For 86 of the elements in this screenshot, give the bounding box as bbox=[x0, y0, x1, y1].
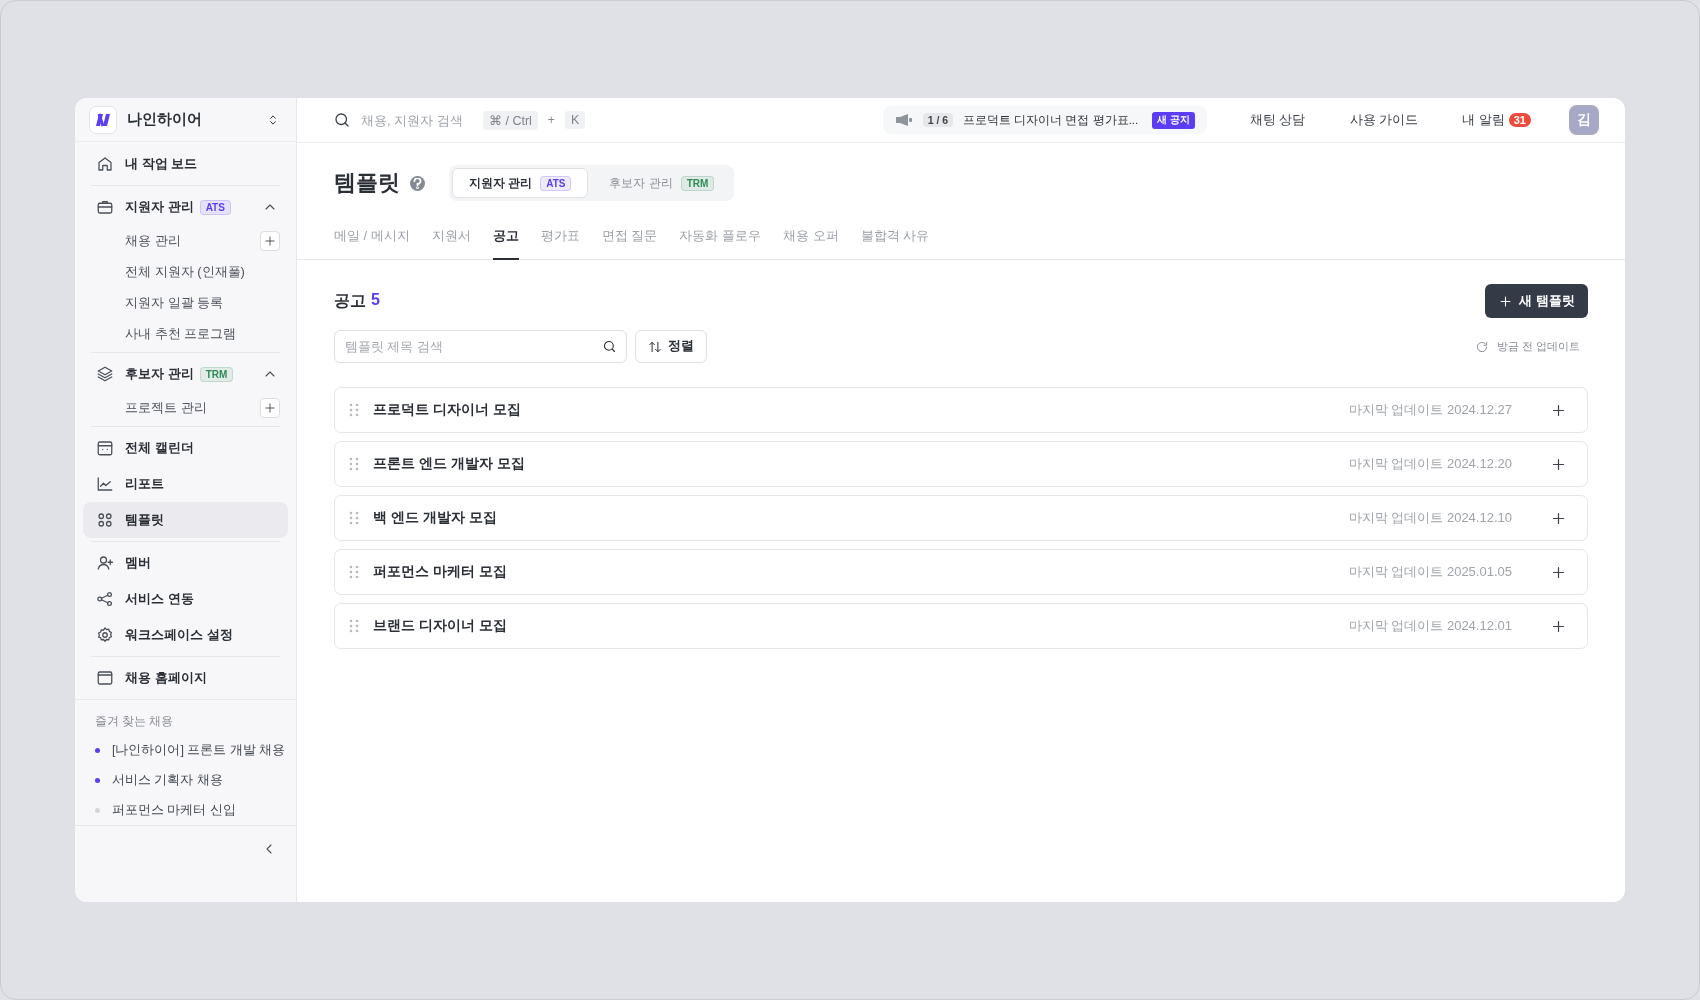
count-badge: 31 bbox=[1508, 113, 1531, 127]
megaphone-icon bbox=[894, 113, 913, 127]
drag-handle-icon[interactable] bbox=[349, 403, 359, 417]
template-row[interactable]: 프론트 엔드 개발자 모집 마지막 업데이트 2024.12.20 bbox=[334, 441, 1588, 487]
search-icon bbox=[602, 339, 617, 354]
add-user-icon bbox=[96, 554, 114, 573]
tab[interactable]: 공고 bbox=[492, 223, 519, 260]
update-status: 방금 전 업데이트 bbox=[1496, 339, 1580, 354]
plus-icon bbox=[263, 400, 277, 415]
nav-subitem[interactable]: 사내 추천 프로그램 bbox=[125, 324, 237, 343]
section-label: 즐겨 찾는 채용 bbox=[95, 714, 175, 730]
layers-icon bbox=[96, 365, 114, 384]
nav-subitem[interactable]: 전체 지원자 (인재풀) bbox=[125, 262, 245, 281]
template-title: 프로덕트 디자이너 모집 bbox=[373, 401, 521, 419]
shortcut-key: K bbox=[564, 111, 586, 129]
sort-button[interactable]: 정렬 bbox=[635, 330, 707, 363]
header-link[interactable]: 사용 가이드 bbox=[1349, 111, 1419, 129]
drag-handle-icon[interactable] bbox=[349, 565, 359, 579]
search-icon bbox=[333, 111, 351, 129]
nav-item[interactable]: 지원자 관리 bbox=[83, 189, 200, 226]
last-updated: 마지막 업데이트 2025.01.05 bbox=[1348, 563, 1512, 581]
last-updated: 마지막 업데이트 2024.12.01 bbox=[1348, 617, 1512, 635]
header-link[interactable]: 채팅 상담 bbox=[1249, 111, 1306, 129]
nav-subitem[interactable]: 지원자 일괄 등록 bbox=[125, 293, 224, 312]
favorite-link[interactable]: 퍼포먼스 마케터 신입 bbox=[112, 801, 236, 819]
drag-handle-icon[interactable] bbox=[349, 511, 359, 525]
sort-icon bbox=[648, 339, 662, 354]
nav-item[interactable]: 내 작업 보드 bbox=[83, 146, 288, 183]
notice-text: 프로덕트 디자이너 면접 평가표... bbox=[963, 112, 1139, 128]
template-row[interactable]: 백 엔드 개발자 모집 마지막 업데이트 2024.12.10 bbox=[334, 495, 1588, 541]
template-title: 백 엔드 개발자 모집 bbox=[373, 509, 497, 527]
favorite-link[interactable]: 서비스 기획자 채용 bbox=[112, 771, 223, 789]
nav-subitem[interactable]: 채용 관리 bbox=[125, 231, 181, 250]
nav-item[interactable]: 워크스페이스 설정 bbox=[83, 617, 288, 654]
nav-item[interactable]: 전체 캘린더 bbox=[83, 430, 288, 467]
new-template-button[interactable]: 새 탬플릿 bbox=[1485, 284, 1588, 318]
last-updated: 마지막 업데이트 2024.12.20 bbox=[1348, 455, 1512, 473]
last-updated: 마지막 업데이트 2024.12.10 bbox=[1348, 509, 1512, 527]
nav-item[interactable]: 채용 홈페이지 bbox=[83, 660, 288, 697]
tag: ATS bbox=[199, 199, 231, 215]
favorite-link[interactable]: [나인하이어] 프론트 개발 채용 bbox=[112, 741, 286, 759]
shortcut-key: ⌘ / Ctrl bbox=[483, 110, 538, 130]
page-counter: 1 / 6 bbox=[922, 113, 954, 127]
template-row[interactable]: 브랜드 디자이너 모집 마지막 업데이트 2024.12.01 bbox=[334, 603, 1588, 649]
grid-icon bbox=[96, 511, 114, 530]
template-row[interactable]: 프로덕트 디자이너 모집 마지막 업데이트 2024.12.27 bbox=[334, 387, 1588, 433]
template-title: 프론트 엔드 개발자 모집 bbox=[373, 455, 525, 473]
nav-item[interactable]: 멤버 bbox=[83, 545, 288, 582]
template-row[interactable]: 퍼포먼스 마케터 모집 마지막 업데이트 2025.01.05 bbox=[334, 549, 1588, 595]
logo-icon bbox=[89, 105, 117, 134]
share-icon bbox=[96, 590, 114, 609]
section-title: 공고 5 bbox=[334, 290, 380, 311]
nav-item[interactable]: 후보자 관리 bbox=[83, 356, 200, 393]
drag-handle-icon[interactable] bbox=[349, 619, 359, 633]
window-icon bbox=[96, 669, 114, 688]
calendar-icon bbox=[96, 439, 114, 458]
settings-icon bbox=[96, 626, 114, 645]
workspace-name[interactable]: 나인하이어 bbox=[127, 110, 256, 130]
alerts-link[interactable]: 내 알림 bbox=[1462, 111, 1505, 129]
nav-subitem[interactable]: 프로젝트 관리 bbox=[125, 398, 207, 417]
refresh-icon bbox=[1474, 339, 1489, 354]
tag: TRM bbox=[199, 366, 234, 382]
add-button[interactable] bbox=[260, 397, 280, 418]
add-button[interactable] bbox=[260, 230, 280, 251]
tag: ATS bbox=[540, 175, 572, 191]
last-updated: 마지막 업데이트 2024.12.27 bbox=[1348, 401, 1512, 419]
segment-tab[interactable]: 지원자 관리 ATS bbox=[452, 168, 589, 198]
line-chart-icon bbox=[96, 475, 114, 494]
plus-icon bbox=[1498, 293, 1514, 309]
nav-item[interactable]: 리포트 bbox=[83, 466, 288, 503]
page-title: 템플릿 bbox=[334, 169, 400, 197]
template-title: 퍼포먼스 마케터 모집 bbox=[373, 563, 507, 581]
segment-tab[interactable]: 후보자 관리 TRM bbox=[592, 168, 732, 198]
plus-icon bbox=[263, 233, 277, 248]
template-title: 브랜드 디자이너 모집 bbox=[373, 617, 507, 635]
notice-banner[interactable]: 1 / 6 프로덕트 디자이너 면접 평가표... 새 공지 bbox=[882, 106, 1207, 134]
briefcase-icon bbox=[96, 198, 114, 217]
home-icon bbox=[96, 155, 114, 174]
nav-item[interactable]: 템플릿 bbox=[83, 502, 288, 539]
plus-sign: + bbox=[547, 113, 555, 127]
nav-item[interactable]: 서비스 연동 bbox=[83, 581, 288, 618]
search-field[interactable]: 템플릿 제목 검색 bbox=[334, 330, 627, 363]
new-tag: 새 공지 bbox=[1152, 111, 1195, 129]
drag-handle-icon[interactable] bbox=[349, 457, 359, 471]
tag: TRM bbox=[680, 175, 715, 191]
help-icon[interactable] bbox=[410, 175, 425, 191]
